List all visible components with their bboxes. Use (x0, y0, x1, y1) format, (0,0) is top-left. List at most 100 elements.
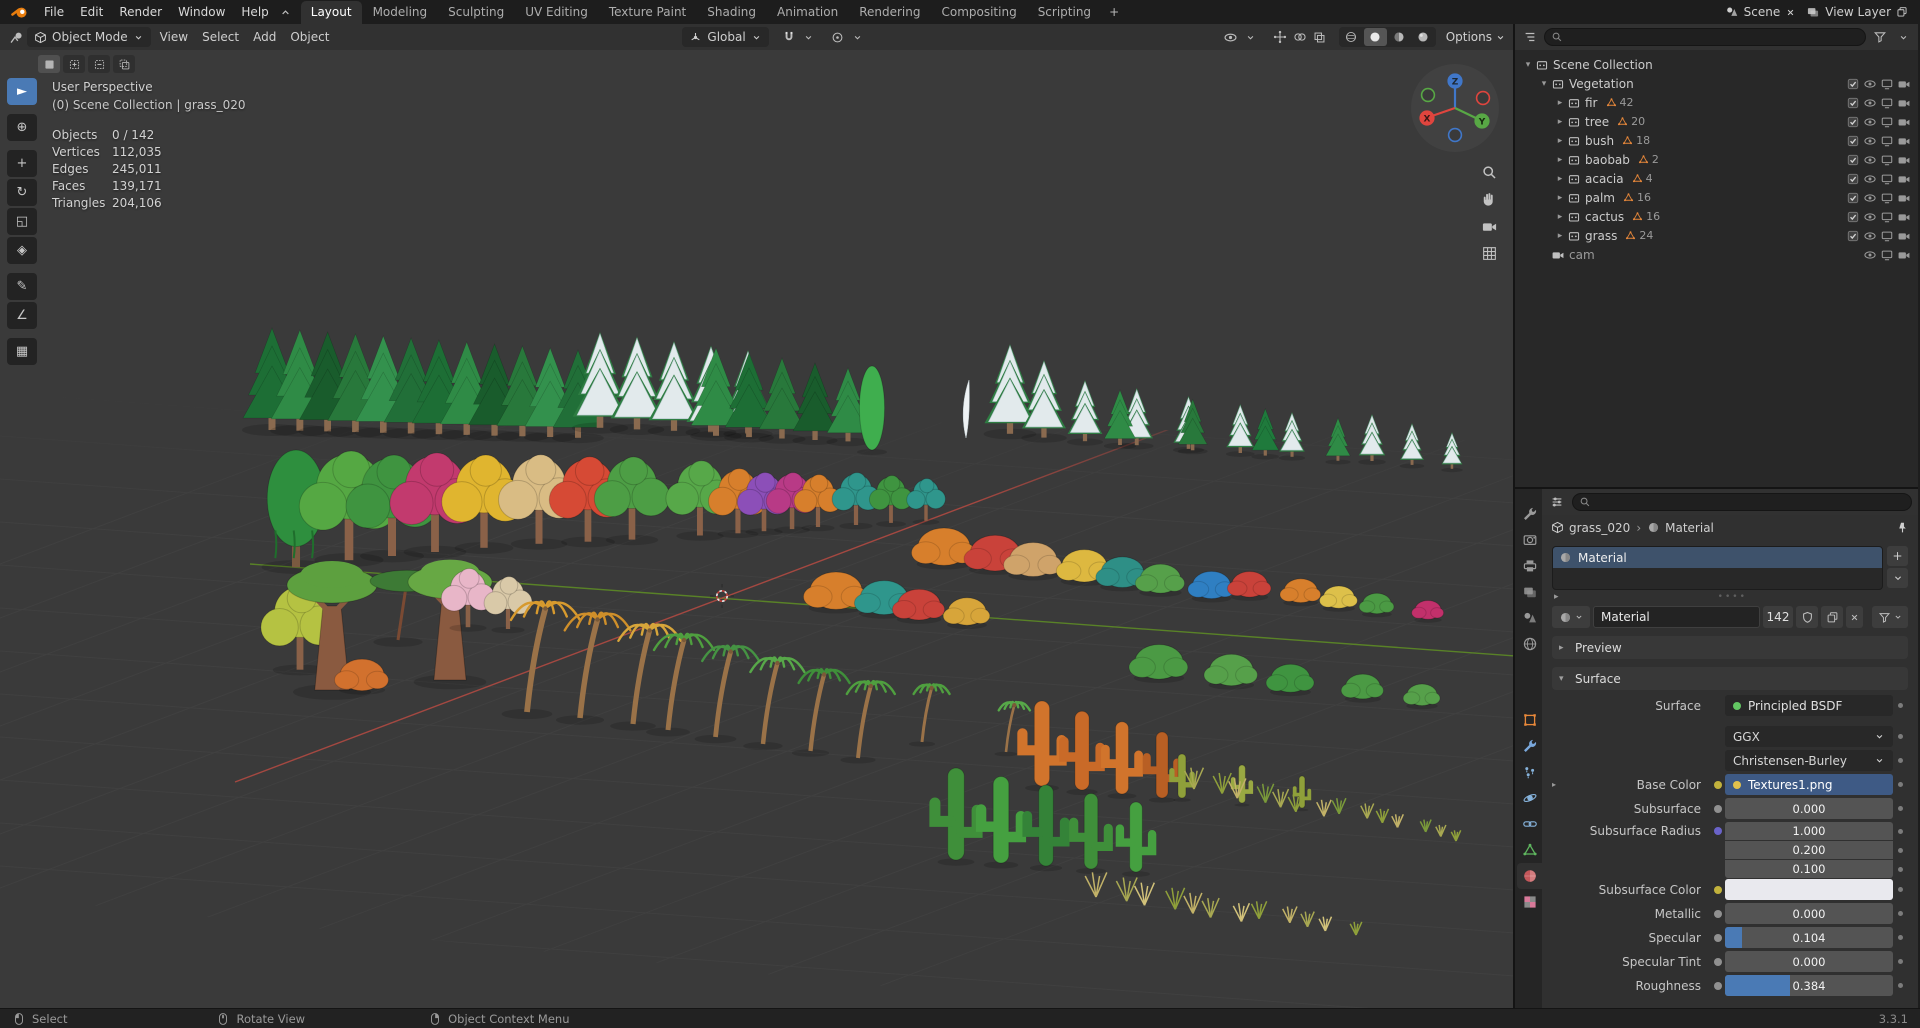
decorator-dot[interactable] (1898, 703, 1903, 708)
tool-select-box[interactable]: ► (7, 78, 37, 105)
select-mode-set-icon[interactable] (38, 55, 60, 73)
expand-icon[interactable]: ▸ (1552, 780, 1563, 789)
workspace-tab-layout[interactable]: Layout (300, 0, 362, 24)
outliner-row-cactus[interactable]: ▸ cactus 16 (1515, 207, 1918, 226)
add-workspace-button[interactable]: + (1102, 3, 1126, 21)
disable-viewport-toggle[interactable] (1880, 134, 1894, 148)
hide-eye-toggle[interactable] (1863, 134, 1877, 148)
select-mode-intersect-icon[interactable] (113, 55, 135, 73)
exclude-checkbox[interactable] (1846, 210, 1860, 224)
disable-render-toggle[interactable] (1897, 77, 1911, 91)
outliner-row-tree[interactable]: ▸ tree 20 (1515, 112, 1918, 131)
properties-editor-icon[interactable] (1548, 492, 1566, 512)
browse-material-button[interactable] (1552, 606, 1590, 628)
slider-field[interactable]: 0.104 (1725, 927, 1893, 948)
disclosure-icon[interactable]: ▸ (1553, 98, 1567, 108)
hide-eye-toggle[interactable] (1863, 229, 1877, 243)
decorator-dot[interactable] (1898, 758, 1903, 763)
hide-eye-toggle[interactable] (1863, 153, 1877, 167)
tool-add-cube[interactable]: ▦ (7, 338, 37, 365)
outliner-row-bush[interactable]: ▸ bush 18 (1515, 131, 1918, 150)
outliner-row-fir[interactable]: ▸ fir 42 (1515, 93, 1918, 112)
navigation-gizmo[interactable]: Z X Y (1409, 62, 1501, 154)
zoom-button[interactable] (1481, 164, 1498, 181)
disable-viewport-toggle[interactable] (1880, 96, 1894, 110)
properties-tab-texture[interactable] (1517, 889, 1542, 915)
workspace-tab-animation[interactable]: Animation (767, 1, 848, 24)
tool-move[interactable]: + (7, 150, 37, 177)
workspace-tab-scripting[interactable]: Scripting (1028, 1, 1101, 24)
hide-eye-toggle[interactable] (1863, 172, 1877, 186)
material-slot[interactable]: Material (1553, 547, 1882, 568)
properties-tab-particles[interactable] (1517, 759, 1542, 785)
tool-rotate[interactable]: ↻ (7, 179, 37, 206)
slider-field[interactable]: 0.000 (1725, 798, 1893, 819)
dropdown-christensen-burley[interactable]: Christensen-Burley (1725, 750, 1893, 771)
exclude-checkbox[interactable] (1846, 96, 1860, 110)
tool-measure[interactable]: ∠ (7, 302, 37, 329)
properties-tab-material[interactable] (1517, 863, 1542, 889)
orientation-dropdown[interactable]: Global (682, 27, 769, 47)
properties-tab-modifiers[interactable] (1517, 733, 1542, 759)
editor-type-icon[interactable] (7, 27, 25, 47)
disable-render-toggle[interactable] (1897, 229, 1911, 243)
disclosure-icon[interactable]: ▸ (1553, 117, 1567, 127)
snap-options-icon[interactable] (800, 27, 818, 47)
texture-field[interactable]: Textures1.png (1725, 774, 1893, 795)
properties-search-input[interactable] (1572, 493, 1912, 511)
workspace-tab-compositing[interactable]: Compositing (931, 1, 1026, 24)
disable-render-toggle[interactable] (1897, 210, 1911, 224)
visibility-icon[interactable] (1222, 27, 1240, 47)
slider-field[interactable]: 0.384 (1725, 975, 1893, 996)
menu-edit[interactable]: Edit (72, 3, 111, 21)
disclosure-icon[interactable]: ▸ (1553, 174, 1567, 184)
disable-viewport-toggle[interactable] (1880, 248, 1894, 262)
material-slot-list[interactable]: Material (1552, 546, 1883, 590)
hide-eye-toggle[interactable] (1863, 248, 1877, 262)
material-name-field[interactable]: Material (1593, 606, 1760, 628)
select-mode-subtract-icon[interactable] (88, 55, 110, 73)
decorator-dot[interactable] (1898, 828, 1903, 834)
outliner-search-input[interactable] (1544, 28, 1866, 46)
filter-dropdown[interactable] (1872, 606, 1908, 628)
list-resize-grip[interactable]: •••• (1559, 592, 1906, 602)
viewport-3d[interactable]: ► ⊕ + ↻ ◱ ◈ ✎ ∠ ▦ User Perspective (0) Scene Col… (0, 50, 1513, 1008)
disclosure-icon[interactable]: ▸ (1553, 212, 1567, 222)
outliner-row-palm[interactable]: ▸ palm 16 (1515, 188, 1918, 207)
breadcrumb-material[interactable]: Material (1647, 521, 1714, 535)
disable-viewport-toggle[interactable] (1880, 77, 1894, 91)
disable-render-toggle[interactable] (1897, 96, 1911, 110)
disable-render-toggle[interactable] (1897, 248, 1911, 262)
exclude-checkbox[interactable] (1846, 134, 1860, 148)
disable-render-toggle[interactable] (1897, 191, 1911, 205)
mode-dropdown[interactable]: Object Mode (27, 27, 151, 47)
exclude-checkbox[interactable] (1846, 77, 1860, 91)
shading-rendered-icon[interactable] (1412, 28, 1435, 46)
workspace-tab-uv-editing[interactable]: UV Editing (515, 1, 598, 24)
toggle-xray-icon[interactable] (1311, 27, 1329, 47)
select-mode-extend-icon[interactable] (63, 55, 85, 73)
viewport-menu-view[interactable]: View (153, 27, 195, 47)
add-slot-button[interactable]: + (1887, 546, 1908, 566)
tool-annotate[interactable]: ✎ (7, 273, 37, 300)
viewport-menu-select[interactable]: Select (195, 27, 246, 47)
shading-material-preview-icon[interactable] (1388, 28, 1411, 46)
menu-render[interactable]: Render (111, 3, 170, 21)
view-layer-selector[interactable]: View Layer (1806, 5, 1908, 19)
menu-help[interactable]: Help (233, 3, 276, 21)
duplicate-material-button[interactable] (1821, 606, 1843, 628)
decorator-dot[interactable] (1898, 935, 1903, 940)
show-gizmo-icon[interactable] (1271, 27, 1289, 47)
camera-view-button[interactable] (1481, 218, 1498, 235)
disable-viewport-toggle[interactable] (1880, 191, 1894, 205)
decorator-dot[interactable] (1898, 866, 1903, 872)
shading-solid-icon[interactable] (1363, 28, 1387, 46)
properties-tab-view-layer[interactable] (1517, 579, 1542, 605)
users-count-button[interactable]: 142 (1763, 606, 1793, 628)
outliner-row-grass[interactable]: ▸ grass 24 (1515, 226, 1918, 245)
outliner-row-vegetation[interactable]: ▾ Vegetation (1515, 74, 1918, 93)
properties-tab-scene[interactable] (1517, 605, 1542, 631)
decorator-dot[interactable] (1898, 983, 1903, 988)
shader-menu[interactable]: Principled BSDF (1725, 695, 1893, 716)
disable-viewport-toggle[interactable] (1880, 172, 1894, 186)
